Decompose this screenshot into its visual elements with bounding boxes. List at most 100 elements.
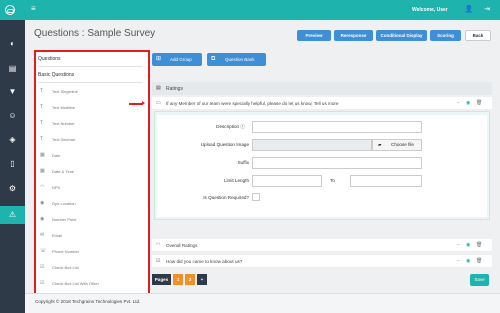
question-row[interactable]: ◠ Overall Ratings – ◉ 🗑 [152,239,492,252]
toolbox-item-email[interactable]: ✉ Email [40,232,140,241]
toolbox-item-gps-location[interactable]: ◉ Gps Location [40,200,140,209]
toolbox-item-text-number[interactable]: T Text Number [40,120,140,129]
users-icon[interactable]: ☺ [0,107,25,125]
question-row[interactable]: ▭ If any Member of our team were special… [152,97,492,110]
choose-file-button[interactable]: ▰ Choose file [372,139,422,151]
question-toolbox: Questions Basic Questions T Text Singleli… [34,50,150,312]
trash-icon[interactable]: 🗑 [476,100,482,106]
gauge-icon: ◠ [40,184,45,190]
limit-to-label: To [330,178,335,183]
checkbox-icon: ☑ [40,264,45,270]
dashboard-icon[interactable]: ◐ [0,35,25,53]
collapse-icon[interactable]: – [457,100,460,106]
toolbox-item-date-time[interactable]: ▦ Date & Time [40,168,140,177]
add-page-button[interactable]: + [197,274,207,285]
checkbox-icon: ☑ [156,258,161,264]
file-icon[interactable]: ▯ [0,155,25,173]
toolbox-item-phone-number[interactable]: ☏ Phone Number [40,248,140,257]
collapse-icon[interactable]: – [457,242,460,248]
suffix-label: Suffix [237,160,249,165]
limit-length-label: Limit Length [223,178,249,183]
description-input[interactable] [252,121,422,133]
text-icon: T [40,88,44,94]
warning-icon[interactable]: ⚠ [0,206,25,224]
location-icon: ◉ [40,200,45,206]
trash-icon[interactable]: 🗑 [476,242,482,248]
user-icon[interactable]: 👤 [462,3,476,17]
collapse-icon[interactable]: – [457,258,460,264]
add-group-button[interactable]: ⊞ Add Group [152,53,202,66]
phone-icon: ☏ [40,248,47,254]
scoring-button[interactable]: Scoring [430,30,461,41]
text-icon: T [40,136,44,142]
main-content: Questions : Sample Survey Preview Reresp… [25,20,500,313]
preview-button[interactable]: Preview [297,30,331,41]
logo-icon [5,5,15,15]
limit-to-input[interactable] [350,175,422,187]
toolbox-item-check-box-list[interactable]: ☑ Check Box List [40,264,140,273]
upload-file-display [252,139,372,151]
welcome-text: Welcome, User [412,7,448,13]
toolbox-item-date[interactable]: ▦ Date [40,152,140,161]
toolbox-item-text-singleline[interactable]: T Text Singleline [40,88,140,97]
folder-icon: ▰ [378,142,382,147]
bank-icon: ⧉ [211,56,216,62]
group-icon: ⊞ [156,56,162,62]
question-editor-body: Description ⓘ Upload Question Image ▰ Cho… [157,115,487,217]
conditional-display-button[interactable]: Conditional Display [376,30,427,41]
calendar-icon: ▦ [40,152,45,158]
divider [38,66,142,67]
location-icon: ◉ [40,216,45,222]
page-button-1[interactable]: 1 [173,274,183,285]
page-title: Questions : Sample Survey [34,28,156,39]
top-bar: ≡ Welcome, User 👤 ⇥ [0,0,500,20]
copyright-text: Copyright © 2018 Techgrains Technologies… [35,299,141,304]
back-button[interactable]: Back [465,30,491,41]
text-icon: T [40,120,44,126]
calendar-icon: ▦ [40,168,45,174]
upload-image-label: Upload Question Image [200,142,249,147]
group-header[interactable]: ▤ Ratings [152,82,492,95]
toolbox-item-text-decimal[interactable]: T Text Decimal [40,136,140,145]
required-checkbox[interactable] [252,193,260,201]
page-button-2[interactable]: 2 [185,274,195,285]
question-editor: Description ⓘ Upload Question Image ▰ Cho… [154,111,490,220]
pages-label: Pages [152,274,171,285]
filter-icon[interactable]: ▼ [0,83,25,101]
book-icon[interactable]: ▤ [0,60,25,78]
mail-icon: ✉ [40,232,45,238]
checkbox-icon: ☑ [40,280,45,286]
toolbox-section: Basic Questions [38,72,75,78]
textarea-icon: ▭ [156,100,161,106]
trash-icon[interactable]: 🗑 [476,258,482,264]
eye-icon[interactable]: ◉ [466,258,470,264]
hamburger-icon[interactable]: ≡ [31,5,36,13]
question-row[interactable]: ☑ How did you came to know about us? – ◉… [152,255,492,268]
logout-icon[interactable]: ⇥ [480,3,494,17]
eye-icon[interactable]: ◉ [466,242,470,248]
layers-icon[interactable]: ◈ [0,131,25,149]
limit-from-input[interactable] [252,175,322,187]
survey-canvas: ▤ Ratings ▭ If any Member of our team we… [152,82,492,270]
text-icon: T [40,104,44,110]
gauge-icon: ◠ [156,242,161,248]
info-icon: ⓘ [240,124,245,129]
description-label: Description ⓘ [216,124,245,129]
group-icon: ▤ [156,85,161,91]
save-button[interactable]: Save [470,274,489,286]
toolbox-item-check-box-list-other[interactable]: ☑ Check Box List With Other [40,280,140,289]
question-bank-button[interactable]: ⧉ Question Bank [207,53,266,66]
required-label: Is Question Required? [203,195,249,200]
sidebar: ◐ ▤ ▼ ☺ ◈ ▯ ⚙ ⚠ [0,20,25,313]
highlight-arrow [129,101,145,105]
settings-icon[interactable]: ⚙ [0,180,25,198]
toolbox-item-number-point[interactable]: ◉ Number Point [40,216,140,225]
toolbox-item-nps[interactable]: ◠ NPS [40,184,140,193]
eye-icon[interactable]: ◉ [466,100,470,106]
divider [38,82,142,83]
reresponse-button[interactable]: Reresponse [334,30,373,41]
suffix-input[interactable] [252,157,422,169]
toolbox-item-text-multiline[interactable]: T Text Multiline [40,104,140,113]
toolbox-title: Questions [38,56,61,62]
footer: Copyright © 2018 Techgrains Technologies… [25,293,500,313]
